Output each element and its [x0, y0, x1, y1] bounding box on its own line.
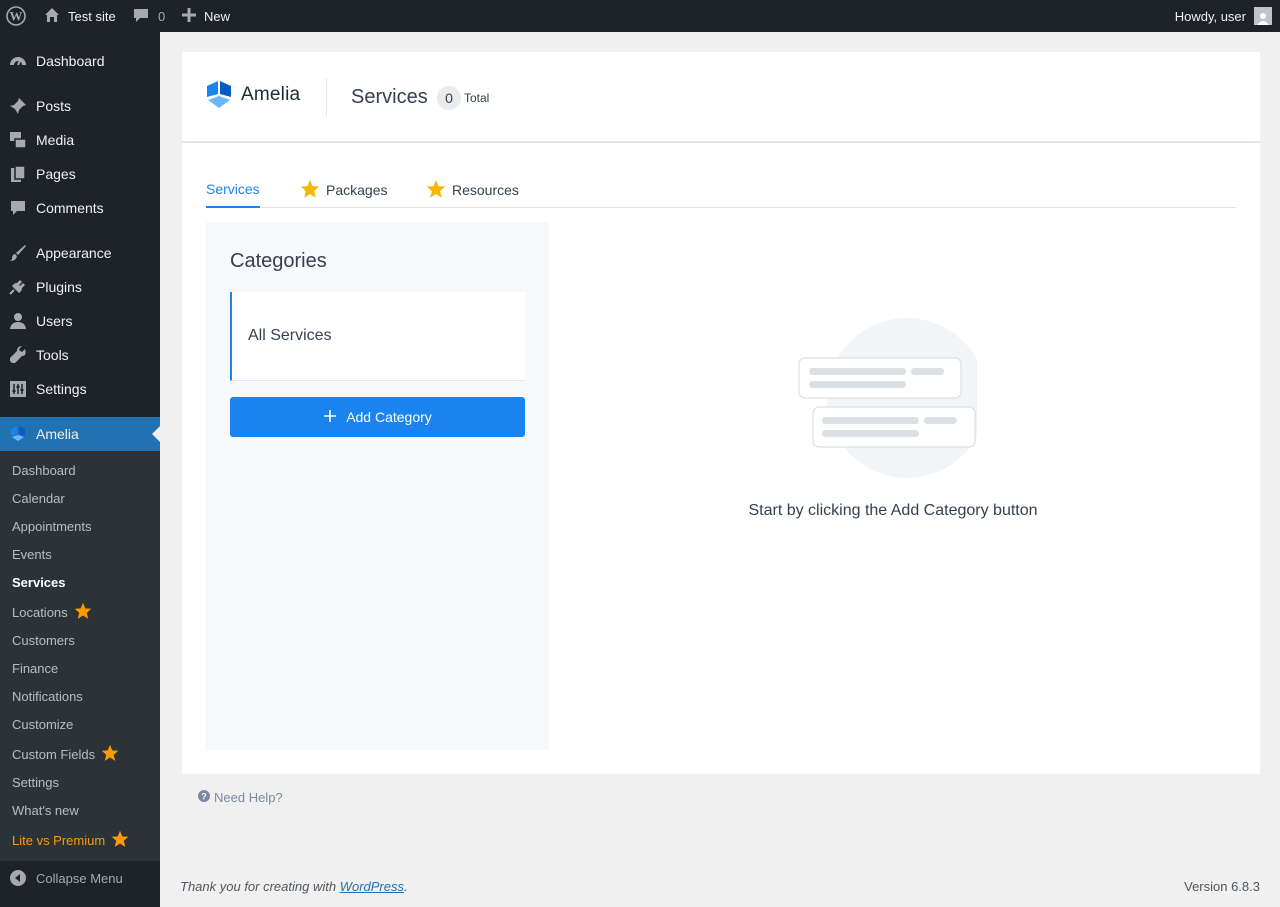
logo-text: Amelia	[241, 84, 301, 105]
submenu-locations-label: Locations	[12, 604, 68, 620]
empty-state-illustration	[798, 318, 977, 478]
sidebar-item-posts[interactable]: Posts	[0, 89, 160, 123]
plus-icon	[182, 7, 196, 25]
submenu-item-custom-fields[interactable]: Custom Fields	[12, 743, 119, 765]
services-tabs: Services Packages Resources	[206, 172, 1236, 208]
plugin-icon	[9, 278, 27, 296]
svg-text:W: W	[10, 9, 23, 24]
admin-bar: W Test site 0 New Howdy, user	[0, 0, 1280, 32]
collapse-menu-button[interactable]: Collapse Menu	[0, 861, 160, 895]
version-label: Version 6.8.3	[1184, 879, 1260, 894]
wordpress-link[interactable]: WordPress	[340, 879, 404, 894]
services-count-badge: 0	[437, 86, 461, 110]
admin-sidebar: Dashboard Posts Media Pages Comments App…	[0, 32, 160, 907]
tab-resources-label: Resources	[452, 182, 519, 198]
sidebar-item-appearance[interactable]: Appearance	[0, 236, 160, 270]
services-panel: Amelia Services 0 Total Services Package…	[182, 52, 1260, 774]
submenu-item-events[interactable]: Events	[12, 543, 52, 565]
paintbrush-icon	[9, 244, 27, 262]
sidebar-item-tools[interactable]: Tools	[0, 338, 160, 372]
sidebar-item-amelia[interactable]: Amelia	[0, 417, 160, 451]
submenu-item-notifications[interactable]: Notifications	[12, 685, 83, 707]
submenu-item-finance[interactable]: Finance	[12, 657, 58, 679]
sidebar-item-dashboard[interactable]: Dashboard	[0, 44, 160, 78]
amelia-logo-icon	[207, 81, 231, 108]
sidebar-item-pages[interactable]: Pages	[0, 157, 160, 191]
wordpress-logo-icon[interactable]: W	[6, 0, 28, 32]
pushpin-icon	[9, 97, 27, 115]
user-icon	[9, 312, 27, 330]
need-help-label: Need Help?	[214, 790, 283, 805]
add-category-label: Add Category	[346, 409, 432, 425]
amelia-logo: Amelia	[206, 81, 300, 109]
page-title: Services	[351, 86, 428, 108]
star-icon	[111, 830, 129, 851]
footer-thanks-prefix: Thank you for creating with	[180, 879, 340, 894]
avatar	[1254, 7, 1272, 25]
categories-panel: Categories All Services Add Category	[206, 222, 549, 750]
site-name-label: Test site	[68, 8, 116, 24]
submenu-item-lite-vs-premium[interactable]: Lite vs Premium	[12, 829, 129, 851]
total-label: Total	[464, 91, 490, 105]
star-icon	[101, 744, 119, 765]
home-icon	[44, 7, 60, 26]
submenu-item-dashboard[interactable]: Dashboard	[12, 459, 76, 481]
site-name-link[interactable]: Test site	[44, 0, 116, 32]
dashboard-icon	[9, 52, 27, 70]
question-icon: ?	[198, 790, 210, 805]
header-divider	[326, 78, 327, 116]
star-icon	[300, 179, 320, 202]
submenu-item-appointments[interactable]: Appointments	[12, 515, 92, 537]
sidebar-item-plugins[interactable]: Plugins	[0, 270, 160, 304]
amelia-submenu: Dashboard Calendar Appointments Events S…	[0, 451, 160, 861]
sidebar-item-users[interactable]: Users	[0, 304, 160, 338]
tab-services[interactable]: Services	[206, 172, 260, 208]
footer-thanks: Thank you for creating with WordPress.	[180, 879, 408, 894]
empty-state-message: Start by clicking the Add Category butto…	[748, 502, 1038, 519]
panel-header: Amelia Services 0 Total	[182, 52, 1260, 143]
new-content-link[interactable]: New	[182, 0, 230, 32]
amelia-icon	[9, 425, 27, 443]
my-account-link[interactable]: Howdy, user	[1175, 0, 1272, 32]
sidebar-item-comments[interactable]: Comments	[0, 191, 160, 225]
howdy-label: Howdy, user	[1174, 8, 1246, 24]
star-icon	[74, 602, 92, 623]
sidebar-item-media[interactable]: Media	[0, 123, 160, 157]
need-help-link[interactable]: ? Need Help?	[198, 790, 283, 805]
submenu-item-calendar[interactable]: Calendar	[12, 487, 65, 509]
submenu-item-services[interactable]: Services	[12, 571, 66, 593]
collapse-arrow-icon	[9, 869, 27, 887]
comment-icon	[9, 199, 27, 217]
submenu-lite-vs-premium-label: Lite vs Premium	[12, 832, 106, 848]
sidebar-item-settings[interactable]: Settings	[0, 372, 160, 406]
settings-icon	[9, 380, 27, 398]
tab-resources[interactable]: Resources	[426, 172, 519, 208]
wrench-icon	[9, 346, 27, 364]
submenu-custom-fields-label: Custom Fields	[12, 746, 96, 762]
submenu-item-whats-new[interactable]: What's new	[12, 799, 79, 821]
plus-icon	[323, 409, 337, 426]
submenu-item-settings[interactable]: Settings	[12, 771, 59, 793]
comment-bubble-icon	[133, 7, 149, 26]
categories-title: Categories	[230, 250, 327, 272]
submenu-item-customers[interactable]: Customers	[12, 629, 75, 651]
tab-packages-label: Packages	[326, 182, 388, 198]
comments-count: 0	[158, 8, 166, 24]
new-label: New	[204, 8, 231, 24]
tab-services-label: Services	[206, 181, 260, 197]
star-icon	[426, 179, 446, 202]
tab-packages[interactable]: Packages	[300, 172, 387, 208]
submenu-item-locations[interactable]: Locations	[12, 601, 92, 623]
svg-text:?: ?	[201, 792, 207, 802]
media-icon	[9, 131, 27, 149]
submenu-item-customize[interactable]: Customize	[12, 713, 73, 735]
footer-thanks-suffix: .	[404, 879, 408, 894]
pages-icon	[9, 165, 27, 183]
add-category-button[interactable]: Add Category	[230, 397, 525, 437]
category-all-services[interactable]: All Services	[230, 292, 525, 381]
comments-link[interactable]: 0	[133, 0, 165, 32]
